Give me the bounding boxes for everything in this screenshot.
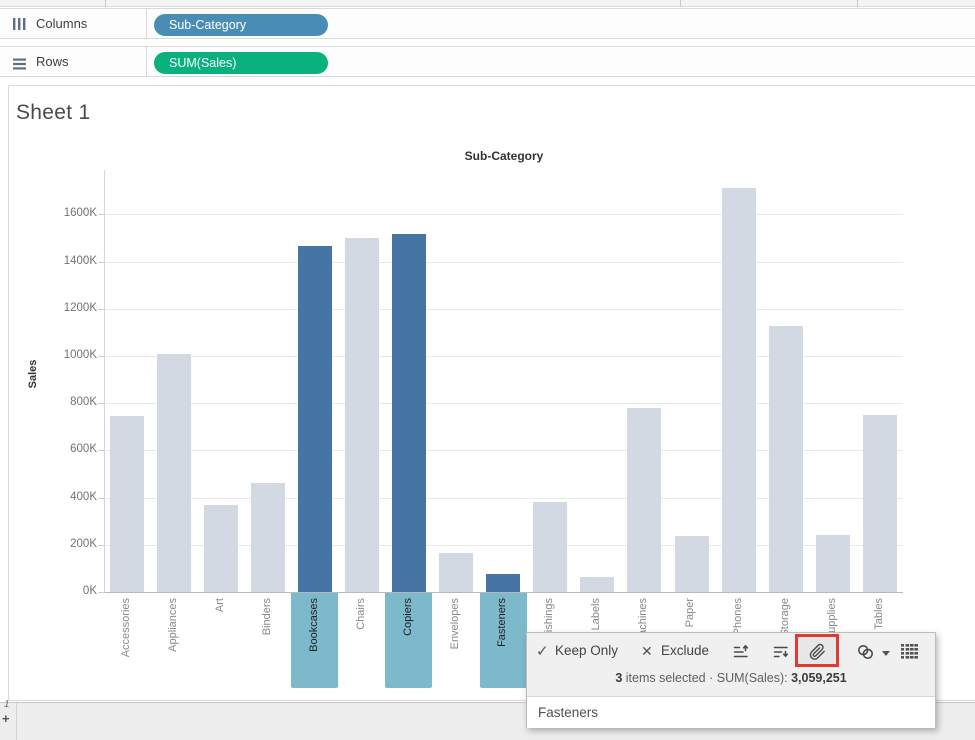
x-label-bookcases[interactable]: Bookcases xyxy=(308,598,321,688)
exclude-button[interactable]: Exclude xyxy=(661,643,709,658)
x-label-art[interactable]: Art xyxy=(214,598,227,688)
x-label-appliances[interactable]: Appliances xyxy=(167,598,180,688)
bar-machines[interactable] xyxy=(627,408,661,592)
bar-accessories[interactable] xyxy=(110,416,144,592)
gridline-1600K xyxy=(105,214,903,215)
tableau-worksheet-screen: Columns Sub-Category Rows SUM(Sales) She… xyxy=(0,0,975,740)
bar-paper[interactable] xyxy=(675,536,709,592)
tooltip-category-value: Fasteners xyxy=(538,705,598,720)
x-label-fasteners[interactable]: Fasteners xyxy=(496,598,509,688)
bar-appliances[interactable] xyxy=(157,354,191,592)
bar-chairs[interactable] xyxy=(345,238,379,592)
x-label-envelopes[interactable]: Envelopes xyxy=(449,598,462,688)
bar-binders[interactable] xyxy=(251,483,285,592)
y-tick-label: 400K xyxy=(38,491,97,503)
bar-labels[interactable] xyxy=(580,577,614,592)
x-label-copiers[interactable]: Copiers xyxy=(402,598,415,688)
y-tick-label: 1600K xyxy=(38,207,97,219)
bar-chart: 0K 200K 400K 600K 800K 1000K 1200K 1400K 1600K Ac… xyxy=(0,0,975,740)
paperclip-icon xyxy=(809,643,826,661)
new-sheet-cell[interactable]: 1 + xyxy=(0,703,17,740)
y-tick-label: 1400K xyxy=(38,255,97,267)
plus-icon: + xyxy=(2,711,10,726)
bar-supplies[interactable] xyxy=(816,535,850,592)
x-label-binders[interactable]: Binders xyxy=(261,598,274,688)
check-icon: ✓ xyxy=(536,642,549,660)
bar-furnishings[interactable] xyxy=(533,502,567,592)
view-data-grid-icon[interactable] xyxy=(901,644,917,660)
create-set-icon[interactable] xyxy=(857,644,873,660)
y-tick-label: 0K xyxy=(38,585,97,597)
cropped-cursor-badge: 1 xyxy=(3,699,11,711)
keep-only-button[interactable]: Keep Only xyxy=(555,643,618,658)
y-tickmark xyxy=(98,592,105,593)
bar-bookcases[interactable] xyxy=(298,246,332,592)
selection-summary: 3 items selected · SUM(Sales): 3,059,251 xyxy=(527,671,935,685)
bar-phones[interactable] xyxy=(722,188,756,592)
bar-copiers[interactable] xyxy=(392,234,426,592)
y-tick-label: 1000K xyxy=(38,349,97,361)
bar-fasteners[interactable] xyxy=(486,574,520,592)
group-members-button-highlighted[interactable] xyxy=(795,634,839,667)
sort-descending-icon[interactable] xyxy=(773,644,789,660)
tooltip-body: Fasteners xyxy=(527,696,935,728)
bar-envelopes[interactable] xyxy=(439,553,473,592)
y-axis-line xyxy=(104,170,105,592)
bar-tables[interactable] xyxy=(863,415,897,592)
selected-sum-value: 3,059,251 xyxy=(791,671,847,685)
gridline-1200K xyxy=(105,309,903,310)
x-label-accessories[interactable]: Accessories xyxy=(120,598,133,688)
y-tick-label: 1200K xyxy=(38,302,97,314)
close-icon: ✕ xyxy=(641,643,653,660)
y-tick-label: 600K xyxy=(38,443,97,455)
mark-tooltip: ✓ Keep Only ✕ Exclude 3 items selected ·… xyxy=(526,632,936,728)
bar-art[interactable] xyxy=(204,505,238,592)
chevron-down-icon[interactable] xyxy=(882,651,890,656)
x-label-chairs[interactable]: Chairs xyxy=(355,598,368,688)
y-tick-label: 800K xyxy=(38,396,97,408)
bar-storage[interactable] xyxy=(769,326,803,592)
gridline-1400K xyxy=(105,262,903,263)
sort-ascending-icon[interactable] xyxy=(733,644,749,660)
y-tick-label: 200K xyxy=(38,538,97,550)
